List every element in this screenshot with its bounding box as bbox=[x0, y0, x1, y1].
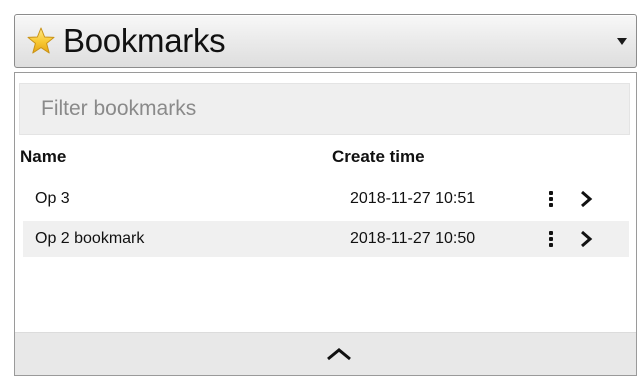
chevron-right-icon[interactable] bbox=[579, 190, 593, 208]
bookmarks-header-dropdown[interactable]: Bookmarks bbox=[14, 14, 637, 68]
bookmark-name: Op 2 bookmark bbox=[35, 230, 145, 247]
bookmarks-body: Filter bookmarks Name Create time Op 3 2… bbox=[14, 72, 637, 376]
bookmark-create-time: 2018-11-27 10:51 bbox=[350, 190, 476, 207]
page-title: Bookmarks bbox=[63, 22, 226, 59]
star-icon bbox=[27, 27, 55, 54]
bookmark-create-time: 2018-11-27 10:50 bbox=[350, 230, 476, 247]
vertical-dots-icon[interactable] bbox=[547, 230, 555, 248]
column-header-name: Name bbox=[20, 147, 67, 166]
caret-down-icon[interactable] bbox=[617, 38, 627, 45]
bookmarks-panel: Bookmarks Filter bookmarks Name Create t… bbox=[0, 0, 641, 380]
column-header-create-time: Create time bbox=[332, 147, 425, 166]
chevron-right-icon[interactable] bbox=[579, 230, 593, 248]
collapse-bar[interactable] bbox=[15, 332, 636, 375]
chevron-up-icon[interactable] bbox=[326, 347, 352, 361]
vertical-dots-icon[interactable] bbox=[547, 190, 555, 208]
bookmark-row[interactable]: Op 2 bookmark 2018-11-27 10:50 bbox=[23, 221, 629, 257]
filter-input[interactable]: Filter bookmarks bbox=[19, 83, 630, 135]
bookmark-row[interactable]: Op 3 2018-11-27 10:51 bbox=[23, 181, 629, 217]
bookmark-name: Op 3 bbox=[35, 190, 70, 207]
